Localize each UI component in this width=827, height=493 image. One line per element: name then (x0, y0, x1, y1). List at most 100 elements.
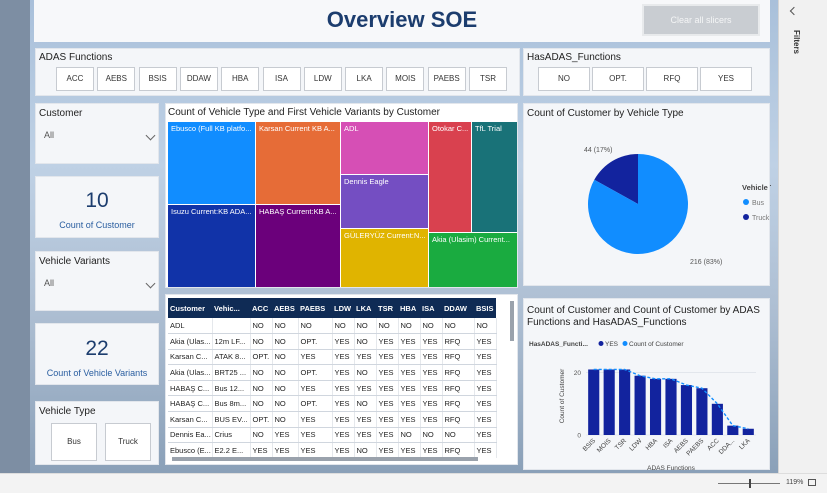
table-cell: YES (398, 349, 421, 366)
adas-option-hba[interactable]: HBA (221, 67, 260, 91)
column-header[interactable]: TSR (376, 298, 398, 318)
table-cell: Akia (Ulas... (168, 364, 213, 381)
table-cell: NO (354, 318, 377, 335)
adas-option-mois[interactable]: MOIS (386, 67, 425, 91)
table-cell: YES (474, 349, 497, 366)
table-row[interactable]: HABAŞ C... Bus 12... NO NO YES YES YES YES YES YE… (168, 380, 497, 397)
customer-dropdown[interactable]: All (44, 130, 156, 146)
table-row[interactable]: Dennis Ea... Crius NO YES YES YES YES YES NO NO NO… (168, 427, 497, 444)
pie-legend-marker (743, 214, 749, 220)
bar-bsis[interactable] (588, 369, 600, 435)
table-row[interactable]: Karsan C... BUS EV... OPT. NO YES YES YES YES YE… (168, 411, 497, 428)
treemap-tile[interactable]: Akia (Ulasim) Current... (429, 233, 517, 287)
table-cell: YES (398, 333, 421, 350)
adas-option-bsis[interactable]: BSIS (138, 67, 177, 91)
table-cell: YES (474, 442, 497, 458)
bar-visual: Count of Customer and Count of Customer … (523, 298, 770, 471)
bar-dda[interactable] (727, 425, 739, 435)
table-cell: NO (442, 318, 475, 335)
column-header[interactable]: ISA (420, 298, 442, 318)
bar-tsr[interactable] (619, 369, 631, 435)
variants-slicer: Vehicle Variants All (35, 251, 159, 311)
table-cell: YES (420, 364, 443, 381)
adas-option-ldw[interactable]: LDW (303, 67, 342, 91)
table-vertical-scrollbar[interactable] (510, 301, 514, 341)
bar-legend-title: HasADAS_Functi... (529, 341, 588, 348)
column-header[interactable]: ACC (250, 298, 272, 318)
table-row[interactable]: Akia (Ulas... 12m LF... NO NO OPT. YES NO YES YE… (168, 333, 497, 350)
table-cell: YES (420, 395, 443, 413)
adas-option-acc[interactable]: ACC (56, 67, 94, 91)
kpi-customer-card: 10 Count of Customer (35, 176, 159, 238)
bar-mois[interactable] (603, 369, 615, 435)
variants-dropdown-value: All (44, 278, 55, 288)
adas-option-paebs[interactable]: PAEBS (427, 67, 466, 91)
column-header[interactable]: Vehic... (212, 298, 250, 318)
table-row[interactable]: HABAŞ C... Bus 8m... NO NO OPT. YES NO YES YES YE… (168, 395, 497, 413)
table-row[interactable]: Karsan C... ATAK 8... OPT. NO YES YES YES YES YE… (168, 349, 497, 366)
bar-paebs[interactable] (696, 388, 708, 435)
treemap-tile[interactable]: Isuzu Current:KB ADA... (168, 205, 255, 287)
table-cell: YES (298, 427, 333, 444)
treemap-tile[interactable]: ADL (341, 122, 428, 174)
treemap-tile[interactable]: Otokar C... (429, 122, 471, 232)
table-cell: YES (332, 333, 355, 350)
table-cell: RFQ (442, 364, 475, 381)
table-row[interactable]: Ebusco (E... E2.2 E... YES YES YES YES NO YES YE… (168, 442, 497, 458)
has-adas-option-no[interactable]: NO (538, 67, 590, 91)
column-header[interactable]: BSIS (474, 298, 496, 318)
treemap-tile[interactable]: GÜLERYÜZ Current:N... (341, 229, 428, 287)
table-cell: YES (332, 442, 355, 458)
treemap-tile[interactable]: Karsan Current KB A... (256, 122, 340, 204)
has-adas-option-yes[interactable]: YES (700, 67, 752, 91)
vehicle-type-truck[interactable]: Truck (105, 423, 151, 461)
adas-option-aebs[interactable]: AEBS (97, 67, 136, 91)
clear-slicers-button[interactable]: Clear all slicers (642, 4, 760, 36)
zoom-slider-thumb[interactable] (749, 479, 751, 488)
column-header[interactable]: HBA (398, 298, 420, 318)
table-row[interactable]: Akia (Ulas... BRT25 ... NO NO OPT. YES NO YES YE… (168, 364, 497, 381)
customer-dropdown-value: All (44, 130, 55, 140)
adas-option-lka[interactable]: LKA (345, 67, 384, 91)
column-header[interactable]: LKA (354, 298, 376, 318)
bar-ldw[interactable] (634, 375, 646, 435)
has-adas-option-rfq[interactable]: RFQ (646, 67, 698, 91)
bar-acc[interactable] (711, 403, 723, 435)
adas-option-ddaw[interactable]: DDAW (179, 67, 218, 91)
treemap-tile[interactable]: TfL Trial (472, 122, 517, 232)
filters-pane[interactable]: Filters (778, 0, 827, 473)
fit-page-icon[interactable] (808, 479, 816, 486)
adas-option-isa[interactable]: ISA (262, 67, 301, 91)
bar-lka[interactable] (742, 428, 754, 435)
chevron-left-icon[interactable] (789, 6, 799, 16)
table-cell: RFQ (442, 411, 475, 428)
column-header[interactable]: AEBS (272, 298, 298, 318)
treemap-tile[interactable]: Ebusco (Full KB platfo... (168, 122, 255, 204)
table-cell: YES (298, 380, 333, 397)
bar-aebs[interactable] (680, 385, 693, 435)
table-horizontal-scrollbar[interactable] (172, 457, 478, 461)
table-cell: YES (420, 349, 443, 366)
table-cell: RFQ (442, 380, 475, 397)
adas-option-tsr[interactable]: TSR (469, 67, 507, 91)
has-adas-option-opt[interactable]: OPT. (592, 67, 644, 91)
table-row[interactable]: ADL NO NO NO NO NO NO NO NO NO NO (168, 318, 497, 335)
variants-dropdown[interactable]: All (44, 278, 156, 294)
chevron-down-icon (145, 278, 156, 289)
table-cell: NO (272, 318, 299, 335)
column-header[interactable]: LDW (332, 298, 354, 318)
column-header[interactable]: PAEBS (298, 298, 332, 318)
vehicle-type-bus[interactable]: Bus (51, 423, 97, 461)
table-cell: NO (354, 364, 377, 381)
table-cell: ATAK 8... (212, 349, 251, 366)
treemap-tile[interactable]: Dennis Eagle (341, 175, 428, 228)
table-cell: BRT25 ... (212, 364, 251, 381)
column-header[interactable]: DDAW (442, 298, 474, 318)
table-cell: NO (420, 318, 443, 335)
bar-isa[interactable] (665, 378, 677, 435)
treemap-tile[interactable]: HABAŞ Current:KB A... (256, 205, 340, 287)
table-cell: YES (332, 349, 355, 366)
column-header[interactable]: Customer (168, 298, 212, 318)
kpi-variants-label: Count of Vehicle Variants (46, 368, 148, 378)
bar-hba[interactable] (649, 378, 662, 435)
